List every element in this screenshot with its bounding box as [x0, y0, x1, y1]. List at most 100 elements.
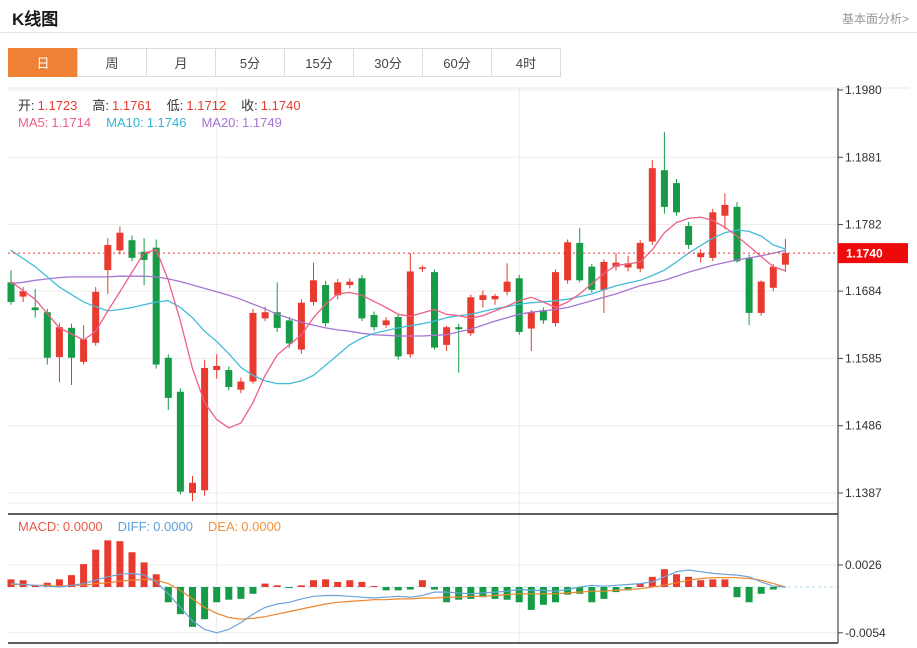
legend-label: MA10:: [106, 115, 144, 130]
macd-bar: [600, 587, 607, 599]
tab-interval-5[interactable]: 30分: [353, 48, 423, 77]
candle-body: [782, 253, 789, 265]
candle-body: [395, 317, 402, 356]
macd-bar: [504, 587, 511, 600]
macd-bar: [116, 541, 123, 587]
legend-item: 低:1.1712: [167, 95, 226, 114]
tab-interval-0[interactable]: 日: [8, 48, 78, 77]
candle-body: [552, 272, 559, 323]
legend-label: 高:: [92, 98, 109, 113]
candle-body: [407, 271, 414, 354]
legend-item: 高:1.1761: [92, 95, 151, 114]
candle-body: [201, 368, 208, 490]
macd-axis-label: 0.0026: [845, 558, 882, 572]
macd-bar: [588, 587, 595, 602]
ohlc-legend: 开:1.1723 高:1.1761 低:1.1712 收:1.1740: [18, 95, 301, 114]
macd-bar: [746, 587, 753, 602]
legend-value: 1.1746: [147, 115, 187, 130]
legend-label: MA5:: [18, 115, 48, 130]
candle-body: [153, 248, 160, 365]
legend-item: DIFF:0.0000: [118, 519, 193, 534]
candle-body: [129, 240, 136, 258]
candle-body: [673, 183, 680, 212]
legend-value: 1.1749: [242, 115, 282, 130]
macd-bar: [492, 587, 499, 599]
macd-bar: [274, 585, 281, 587]
legend-value: 0.0000: [153, 519, 193, 534]
candle-body: [479, 295, 486, 300]
legend-value: 1.1712: [186, 98, 226, 113]
candle-body: [92, 292, 99, 343]
macd-bar: [709, 579, 716, 587]
legend-item: DEA:0.0000: [208, 519, 281, 534]
macd-bar: [225, 587, 232, 600]
macd-bar: [250, 587, 257, 594]
legend-item: 收:1.1740: [241, 95, 300, 114]
macd-bar: [104, 540, 111, 587]
tab-interval-4[interactable]: 15分: [284, 48, 354, 77]
macd-bar: [443, 587, 450, 602]
tab-interval-1[interactable]: 周: [77, 48, 147, 77]
candle-body: [225, 370, 232, 387]
candle-body: [346, 282, 353, 285]
candle-body: [721, 205, 728, 216]
candle-body: [8, 282, 15, 302]
legend-value: 1.1740: [261, 98, 301, 113]
ma-legend: MA5:1.1714 MA10:1.1746 MA20:1.1749: [18, 115, 282, 130]
candle-body: [44, 312, 51, 358]
macd-bar: [395, 587, 402, 590]
candle-body: [177, 392, 184, 492]
candle-body: [492, 296, 499, 299]
page-header: K线图 基本面分析>: [0, 0, 917, 33]
macd-bar: [431, 587, 438, 590]
candle-body: [649, 168, 656, 241]
legend-value: 1.1714: [51, 115, 91, 130]
candle-body: [697, 253, 704, 257]
interval-tabbar: 日周月5分15分30分60分4时: [8, 48, 561, 77]
macd-bar: [358, 582, 365, 587]
price-axis-label: 1.1980: [845, 83, 882, 97]
legend-label: DEA:: [208, 519, 238, 534]
legend-item: MACD:0.0000: [18, 519, 103, 534]
legend-item: MA5:1.1714: [18, 115, 91, 130]
macd-bar: [770, 587, 777, 590]
legend-label: 收:: [241, 98, 258, 113]
macd-bar: [371, 586, 378, 587]
legend-value: 1.1761: [112, 98, 152, 113]
legend-label: MACD:: [18, 519, 60, 534]
macd-bar: [685, 577, 692, 587]
macd-bar: [734, 587, 741, 597]
macd-bar: [721, 579, 728, 587]
candle-body: [250, 313, 257, 382]
macd-bar: [346, 580, 353, 587]
candle-body: [237, 382, 244, 390]
candle-body: [419, 267, 426, 269]
macd-bar: [286, 587, 293, 588]
last-price-badge-label: 1.1740: [846, 247, 883, 261]
macd-bar: [407, 587, 414, 590]
legend-label: 低:: [167, 98, 184, 113]
fundamental-analysis-link[interactable]: 基本面分析>: [842, 10, 909, 27]
macd-bar: [758, 587, 765, 594]
candle-body: [371, 315, 378, 327]
candle-body: [746, 258, 753, 313]
macd-bar: [201, 587, 208, 619]
macd-bar: [310, 580, 317, 587]
legend-value: 1.1723: [38, 98, 78, 113]
tab-interval-6[interactable]: 60分: [422, 48, 492, 77]
price-axis-label: 1.1881: [845, 150, 882, 164]
tab-interval-2[interactable]: 月: [146, 48, 216, 77]
candle-body: [80, 339, 87, 361]
macd-bar: [237, 587, 244, 599]
candle-body: [104, 245, 111, 270]
macd-bar: [20, 580, 27, 587]
legend-item: MA20:1.1749: [201, 115, 281, 130]
candle-body: [383, 320, 390, 325]
macd-bar: [419, 580, 426, 587]
candle-body: [262, 312, 269, 318]
candle-body: [455, 327, 462, 329]
price-axis-label: 1.1782: [845, 218, 882, 232]
tab-interval-3[interactable]: 5分: [215, 48, 285, 77]
tab-interval-7[interactable]: 4时: [491, 48, 561, 77]
legend-label: 开:: [18, 98, 35, 113]
